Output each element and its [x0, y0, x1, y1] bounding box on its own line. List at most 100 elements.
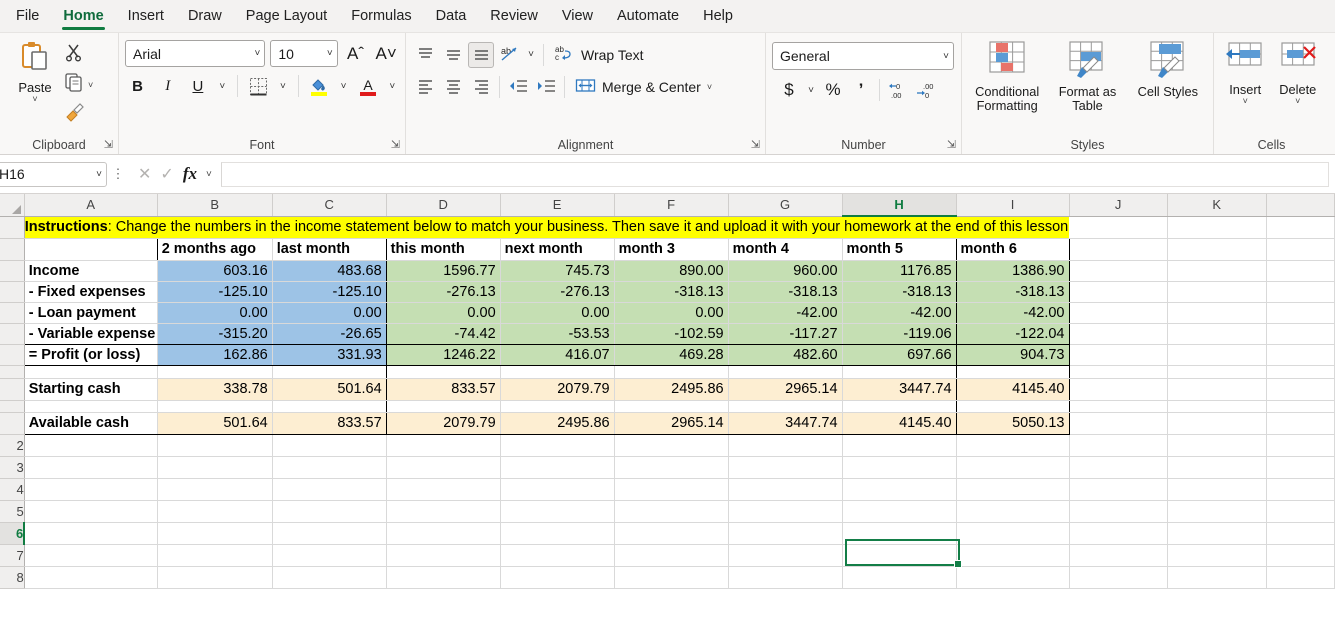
fixed-next-month[interactable]: -276.13 [500, 281, 615, 303]
cell-i[interactable] [956, 522, 1070, 545]
row-header[interactable] [0, 378, 25, 401]
loan-this-month[interactable]: 0.00 [386, 302, 501, 324]
profit-month-6[interactable]: 904.73 [956, 344, 1070, 366]
cell-i[interactable] [956, 434, 1070, 457]
cell-overflow[interactable] [1266, 216, 1335, 239]
decrease-decimal-button[interactable]: 0 .00 [885, 77, 911, 103]
fixed-month-6[interactable]: -318.13 [956, 281, 1070, 303]
column-header-d[interactable]: D [386, 194, 501, 217]
cell-c[interactable] [272, 400, 387, 413]
cell-g[interactable] [728, 365, 843, 379]
header-month-6[interactable]: month 6 [956, 237, 1070, 261]
available-cash-month-6[interactable]: 5050.13 [956, 412, 1070, 435]
chevron-down-icon[interactable]: ˅ [1295, 97, 1300, 106]
cell-f[interactable] [614, 500, 729, 523]
cell-g[interactable] [728, 478, 843, 501]
row-header[interactable] [0, 281, 25, 303]
cell-styles-button[interactable]: Cell Styles [1129, 40, 1207, 99]
income-month-5[interactable]: 1176.85 [842, 260, 957, 282]
variable-month-6[interactable]: -122.04 [956, 323, 1070, 345]
column-header-e[interactable]: E [500, 194, 615, 217]
number-dialog-launcher[interactable]: ⇲ [947, 138, 956, 151]
increase-decimal-button[interactable]: .00 0 [913, 77, 939, 103]
underline-button[interactable]: U [185, 73, 210, 99]
cell-overflow[interactable] [1266, 522, 1335, 545]
bold-button[interactable]: B [125, 73, 150, 99]
cell-k[interactable] [1167, 400, 1267, 413]
row-label-starting-cash[interactable]: Starting cash [23, 378, 158, 401]
available-cash-month-4[interactable]: 3447.74 [728, 412, 843, 435]
cell-h[interactable] [842, 434, 957, 457]
loan-next-month[interactable]: 0.00 [500, 302, 615, 324]
cell-k[interactable] [1167, 216, 1267, 239]
ribbon-tab-draw[interactable]: Draw [176, 3, 234, 32]
wrap-text-button[interactable]: ab c Wrap Text [549, 41, 649, 68]
insert-cells-button[interactable]: Insert ˅ [1220, 40, 1271, 106]
clipboard-dialog-launcher[interactable]: ⇲ [104, 138, 113, 151]
available-cash-last-month[interactable]: 833.57 [272, 412, 387, 435]
cell-overflow[interactable] [1266, 238, 1335, 261]
cell-d[interactable] [386, 544, 501, 567]
cell-f[interactable] [614, 522, 729, 545]
cell-a-blank[interactable] [23, 237, 158, 261]
cell-h[interactable] [842, 500, 957, 523]
cell-j[interactable] [1069, 302, 1168, 324]
cell-h[interactable] [842, 456, 957, 479]
cell-overflow[interactable] [1266, 544, 1335, 567]
cell-overflow[interactable] [1266, 434, 1335, 457]
format-as-table-button[interactable]: Format as Table [1048, 40, 1126, 113]
cell-i[interactable] [956, 478, 1070, 501]
variable-2-months-ago[interactable]: -315.20 [157, 323, 273, 345]
cell-d[interactable] [386, 522, 501, 545]
header-last-month[interactable]: last month [272, 237, 387, 261]
cell-g[interactable] [728, 434, 843, 457]
ribbon-tab-help[interactable]: Help [691, 3, 745, 32]
cell-k[interactable] [1167, 522, 1267, 545]
cell-h[interactable] [842, 400, 957, 413]
cell-overflow[interactable] [1266, 456, 1335, 479]
cell-b[interactable] [157, 365, 273, 379]
cell-g[interactable] [728, 522, 843, 545]
cell-d[interactable] [386, 566, 501, 589]
cell-g[interactable] [728, 566, 843, 589]
chevron-down-icon[interactable]: ˅ [337, 73, 351, 99]
formula-bar-handle[interactable]: ⋮ [107, 166, 129, 182]
row-label-loan-payment[interactable]: - Loan payment [23, 302, 158, 324]
cell-j[interactable] [1069, 500, 1168, 523]
cell-b[interactable] [157, 400, 273, 413]
cell-j[interactable] [1069, 323, 1168, 345]
row-header[interactable] [0, 365, 25, 379]
cancel-icon[interactable]: ✕ [138, 164, 151, 184]
cell-k[interactable] [1167, 378, 1267, 401]
format-painter-button[interactable] [64, 102, 93, 127]
row-header-16[interactable]: 6 [0, 522, 26, 545]
align-right-icon[interactable] [468, 74, 494, 100]
column-header-overflow[interactable] [1266, 194, 1335, 217]
cell-e[interactable] [500, 566, 615, 589]
cell-j[interactable] [1069, 216, 1168, 239]
cell-f[interactable] [614, 400, 729, 413]
cell-f[interactable] [614, 478, 729, 501]
number-format-select[interactable]: General ˅ [772, 42, 954, 70]
header-this-month[interactable]: this month [386, 237, 501, 261]
cell-j[interactable] [1069, 522, 1168, 545]
row-header[interactable] [0, 344, 25, 366]
row-header-17[interactable]: 7 [0, 544, 25, 567]
cell-k[interactable] [1167, 544, 1267, 567]
italic-button[interactable]: I [155, 73, 180, 99]
cell-a[interactable] [24, 522, 158, 545]
row-header-15[interactable]: 5 [0, 500, 25, 523]
cell-h16-selected[interactable] [842, 522, 957, 545]
cell-overflow[interactable] [1266, 412, 1335, 435]
cell-c[interactable] [272, 434, 387, 457]
chevron-down-icon[interactable]: ˅ [32, 95, 37, 104]
cell-e[interactable] [500, 365, 615, 379]
ribbon-tab-home[interactable]: Home [51, 3, 115, 32]
align-middle-icon[interactable] [440, 42, 466, 68]
chevron-down-icon[interactable]: ˅ [88, 80, 93, 89]
decrease-indent-icon[interactable] [505, 74, 531, 100]
cell-d[interactable] [386, 365, 501, 379]
income-next-month[interactable]: 745.73 [500, 260, 615, 282]
row-label-profit[interactable]: = Profit (or loss) [23, 344, 158, 366]
cell-e[interactable] [500, 434, 615, 457]
